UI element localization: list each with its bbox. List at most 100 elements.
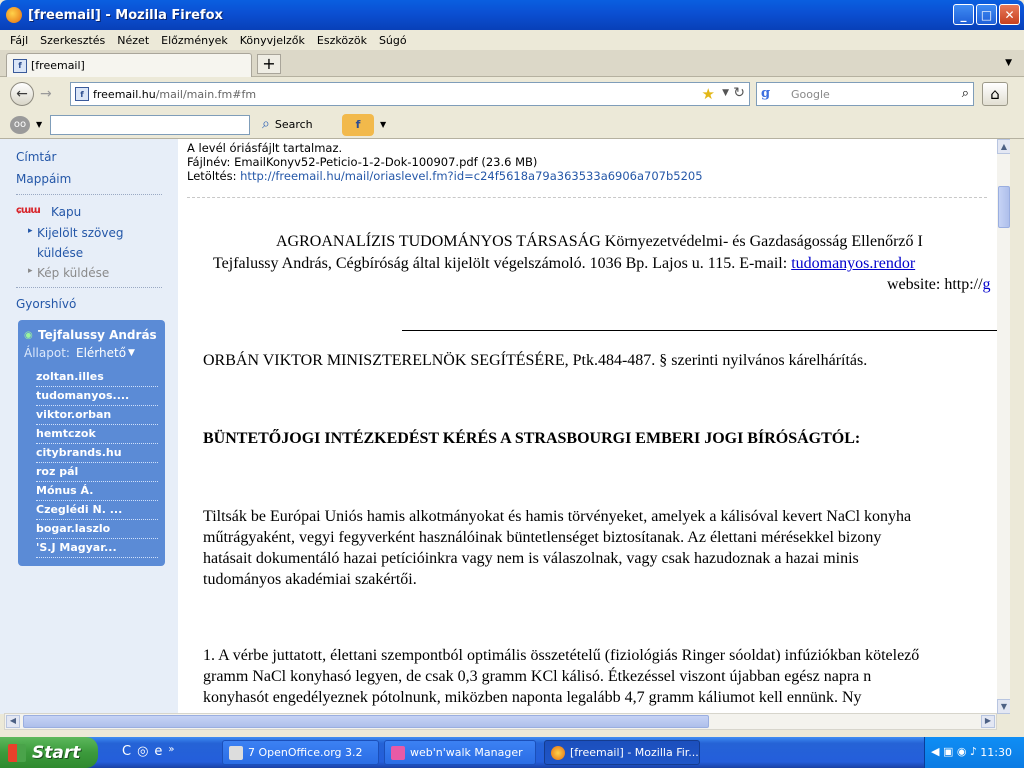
vertical-scroll-thumb[interactable]	[998, 186, 1010, 228]
contact-item[interactable]: Mónus Á.	[36, 482, 158, 501]
quick-launch-c-icon[interactable]: C	[122, 744, 131, 759]
sidebar-kapu[interactable]: Kapu	[51, 205, 81, 219]
sidebar-kijelolt-line1[interactable]: Kijelölt szöveg	[37, 226, 123, 240]
minimize-button[interactable]: _	[953, 4, 974, 25]
facebook-addon-icon[interactable]: f	[342, 114, 374, 136]
search-placeholder: Google	[791, 87, 830, 101]
attachment-notice: A levél óriásfájlt tartalmaz.	[187, 141, 343, 155]
addon-dropdown-icon[interactable]: ▼	[36, 120, 42, 129]
taskbar-openoffice[interactable]: 7 OpenOffice.org 3.2	[222, 740, 379, 765]
doc-heading: BÜNTETŐJOGI INTÉZKEDÉST KÉRÉS A STRASBOU…	[203, 430, 861, 447]
doc-p4-line3: konyhasót engedélyeznek pótolnunk, miköz…	[203, 689, 862, 706]
sidebar-kep-kuldese[interactable]: Kép küldése	[37, 266, 109, 280]
contact-item[interactable]: citybrands.hu	[36, 444, 158, 463]
tray-icons[interactable]: ◀ ▣ ◉ ♪	[931, 745, 977, 758]
menu-history[interactable]: Előzmények	[161, 34, 228, 47]
webnwalk-icon	[391, 745, 405, 760]
url-dropdown-icon[interactable]: ▼	[722, 88, 729, 98]
tab-list-icon[interactable]: ▼	[1005, 58, 1012, 68]
scroll-up-icon[interactable]: ▲	[997, 139, 1010, 154]
home-button[interactable]: ⌂	[982, 82, 1008, 106]
sidebar-gyorshivo[interactable]: Gyorshívó	[16, 297, 76, 311]
sidebar-kijelolt-line2[interactable]: küldése	[37, 246, 83, 260]
contact-item[interactable]: 'S.J Magyar...	[36, 539, 158, 558]
contact-item[interactable]: hemtczok	[36, 425, 158, 444]
quick-launch-more-icon[interactable]: »	[168, 744, 174, 759]
contact-owner-name[interactable]: Tejfalussy András	[38, 328, 157, 342]
search-magnifier-icon[interactable]: ⌕	[962, 86, 969, 101]
menu-view[interactable]: Nézet	[117, 34, 149, 47]
menu-help[interactable]: Súgó	[379, 34, 407, 47]
tab-title: [freemail]	[31, 59, 85, 72]
tab-bar: f [freemail] + ▼	[0, 50, 1024, 77]
quick-contacts-panel: ◉ Tejfalussy András Állapot: Elérhető ▼ …	[18, 320, 165, 566]
navigation-toolbar: ← → f freemail.hu/mail/main.fm#fm ★ ▼ ↻ …	[0, 77, 1024, 111]
scroll-right-icon[interactable]: ▶	[981, 715, 995, 728]
search-icon: ⌕	[262, 116, 270, 132]
window-titlebar[interactable]: [freemail] - Mozilla Firefox _ □ ✕	[0, 0, 1024, 30]
facebook-dropdown-icon[interactable]: ▼	[380, 120, 386, 129]
back-button[interactable]: ←	[10, 82, 34, 106]
addon-eyes-icon[interactable]: oo	[10, 116, 30, 134]
horizontal-scrollbar[interactable]: ◀ ▶	[4, 713, 997, 730]
contact-item[interactable]: roz pál	[36, 463, 158, 482]
firefox-task-icon	[551, 745, 565, 760]
forward-button[interactable]: →	[40, 86, 52, 102]
firefox-icon	[6, 7, 22, 23]
contact-item[interactable]: viktor.orban	[36, 406, 158, 425]
start-button[interactable]: Start	[0, 737, 98, 768]
sidebar-mappaim[interactable]: Mappáim	[16, 172, 71, 186]
sidebar-divider	[16, 194, 162, 195]
clock: 11:30	[980, 746, 1012, 759]
vertical-scrollbar[interactable]: ▲ ▼	[997, 139, 1010, 714]
doc-p3-line4: tudományos akadémiai szakértői.	[203, 571, 417, 588]
horizontal-scroll-thumb[interactable]	[23, 715, 709, 728]
bookmark-star-icon[interactable]: ★	[702, 85, 715, 103]
task-label: 7 OpenOffice.org 3.2	[248, 746, 363, 759]
openoffice-icon	[229, 745, 243, 760]
mail-sidebar: Címtár Mappáim ɕɯɯ Kapu ▸ Kijelölt szöve…	[0, 139, 178, 714]
menu-file[interactable]: Fájl	[10, 34, 28, 47]
addon-toolbar: oo ▼ ⌕ Search f ▼	[0, 111, 1024, 139]
kapu-logo-icon: ɕɯɯ	[16, 205, 41, 216]
search-box[interactable]: g Google ⌕	[756, 82, 974, 106]
menu-bookmarks[interactable]: Könyvjelzők	[240, 34, 305, 47]
mail-body: A levél óriásfájlt tartalmaz. Fájlnév: E…	[178, 139, 997, 714]
reload-icon[interactable]: ↻	[733, 85, 745, 101]
addon-search-input[interactable]	[50, 115, 250, 135]
tab-freemail[interactable]: f [freemail]	[6, 53, 252, 77]
doc-separator-line	[402, 330, 997, 331]
contact-item[interactable]: tudomanyos....	[36, 387, 158, 406]
taskbar-firefox[interactable]: [freemail] - Mozilla Fir...	[544, 740, 700, 765]
contact-item[interactable]: Czeglédi N. ...	[36, 501, 158, 520]
google-icon[interactable]: g	[761, 86, 777, 102]
doc-paragraph-1: ORBÁN VIKTOR MINISZTERELNÖK SEGÍTÉSÉRE, …	[203, 352, 868, 369]
doc-header-line2: Tejfalussy András, Cégbíróság által kije…	[213, 255, 788, 272]
sidebar-divider	[16, 287, 162, 288]
close-button[interactable]: ✕	[999, 4, 1020, 25]
menu-tools[interactable]: Eszközök	[317, 34, 367, 47]
taskbar-webnwalk[interactable]: web'n'walk Manager	[384, 740, 536, 765]
status-value[interactable]: Elérhető	[76, 346, 126, 360]
status-dropdown-icon[interactable]: ▼	[128, 348, 135, 358]
doc-header-line3: website: http://	[887, 276, 983, 293]
sidebar-cimtar[interactable]: Címtár	[16, 150, 56, 164]
addon-search-button[interactable]: ⌕ Search	[262, 116, 313, 132]
start-label: Start	[32, 742, 81, 763]
url-path: /mail/main.fm#fm	[155, 87, 257, 101]
window-title: [freemail] - Mozilla Firefox	[28, 7, 223, 23]
doc-website-link[interactable]: g	[983, 276, 991, 293]
menu-edit[interactable]: Szerkesztés	[40, 34, 105, 47]
menu-bar: Fájl Szerkesztés Nézet Előzmények Könyvj…	[0, 30, 1024, 50]
quick-launch-ie-icon[interactable]: e	[154, 744, 162, 759]
doc-email-link[interactable]: tudomanyos.rendor	[791, 255, 915, 272]
contact-item[interactable]: zoltan.illes	[36, 368, 158, 387]
download-link[interactable]: http://freemail.hu/mail/oriaslevel.fm?id…	[240, 169, 702, 183]
scroll-down-icon[interactable]: ▼	[997, 699, 1010, 714]
maximize-button[interactable]: □	[976, 4, 997, 25]
new-tab-button[interactable]: +	[257, 54, 281, 74]
scroll-left-icon[interactable]: ◀	[6, 715, 20, 728]
url-bar[interactable]: f freemail.hu/mail/main.fm#fm ★ ▼ ↻	[70, 82, 750, 106]
contact-item[interactable]: bogar.laszlo	[36, 520, 158, 539]
quick-launch-app-icon[interactable]: ◎	[137, 744, 148, 759]
